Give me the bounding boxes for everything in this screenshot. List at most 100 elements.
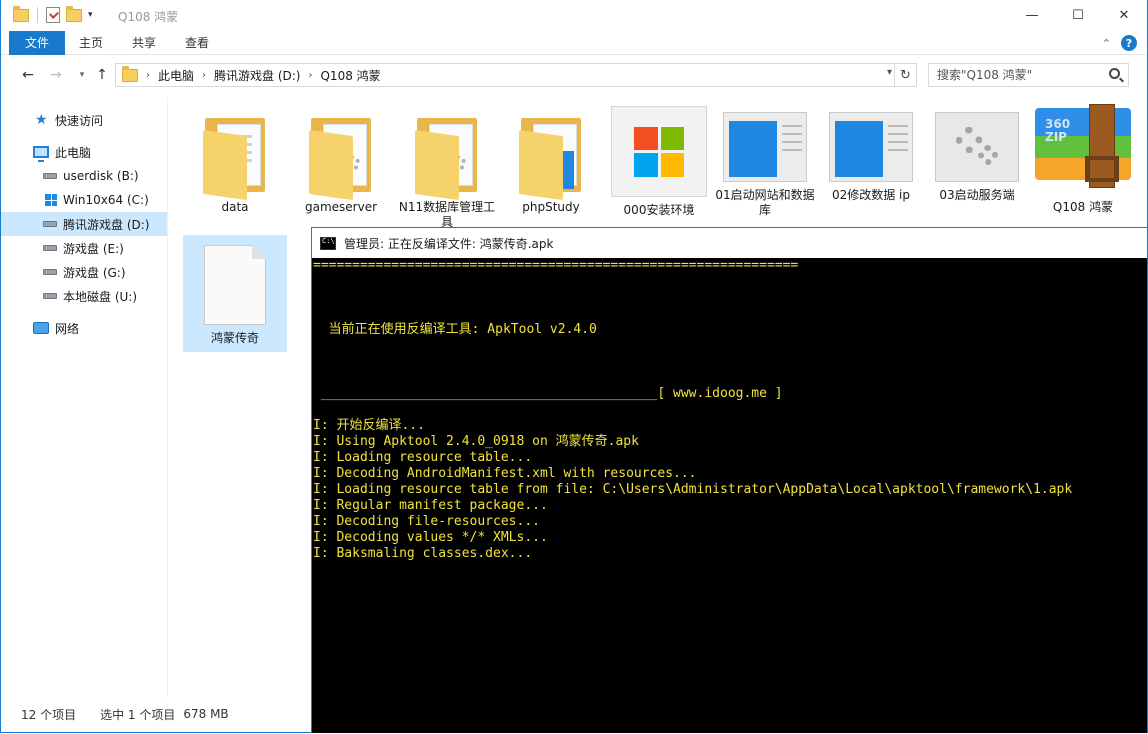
- computer-icon: [33, 146, 49, 162]
- console-line: I: Decoding AndroidManifest.xml with res…: [313, 466, 697, 481]
- back-arrow-icon[interactable]: ←: [17, 64, 39, 86]
- nav-item-label: userdisk (B:): [63, 169, 139, 183]
- nav-drive-d[interactable]: 腾讯游戏盘 (D:): [1, 212, 167, 236]
- tab-file[interactable]: 文件: [9, 31, 65, 55]
- minimize-icon[interactable]: —: [1009, 0, 1055, 31]
- search-input[interactable]: [937, 68, 1107, 82]
- gear-thumbnail-icon: [935, 112, 1019, 182]
- breadcrumb-separator-icon[interactable]: ›: [308, 70, 312, 81]
- drive-icon: [43, 221, 57, 227]
- breadcrumb-separator-icon[interactable]: ›: [146, 70, 150, 81]
- folder-icon: [122, 65, 138, 82]
- file-item[interactable]: 鸿蒙传奇: [183, 235, 287, 352]
- file-name: Q108 鸿蒙: [1052, 200, 1114, 214]
- blank-file-icon: [204, 245, 266, 325]
- file-item[interactable]: 02修改数据 ip: [819, 102, 923, 232]
- toolbar-divider: [37, 7, 38, 23]
- file-item[interactable]: phpStudy: [499, 102, 603, 232]
- breadcrumb-this-pc[interactable]: 此电脑: [158, 67, 194, 84]
- search-box[interactable]: [928, 63, 1129, 87]
- zip-archive-icon: 360 ZIP: [1035, 104, 1131, 194]
- file-name: N11数据库管理工具: [398, 200, 496, 229]
- file-name: 02修改数据 ip: [831, 188, 911, 202]
- console-line: I: Using Apktool 2.4.0_0918 on 鸿蒙传奇.apk: [313, 434, 639, 449]
- console-line: ________________________________________…: [313, 386, 783, 401]
- shortcut-thumbnail-icon: [829, 112, 913, 182]
- file-name: gameserver: [304, 200, 378, 214]
- console-line: I: Regular manifest package...: [313, 498, 548, 513]
- file-item[interactable]: N11数据库管理工具: [395, 102, 499, 232]
- nav-drive-u[interactable]: 本地磁盘 (U:): [1, 284, 167, 308]
- nav-item-label: 游戏盘 (E:): [63, 241, 124, 256]
- ribbon-right-controls: ⌃ ?: [1102, 35, 1137, 51]
- file-name: 鸿蒙传奇: [210, 331, 259, 345]
- console-line: I: Decoding values */* XMLs...: [313, 530, 548, 545]
- properties-icon[interactable]: [46, 7, 60, 23]
- file-item[interactable]: data: [183, 102, 287, 232]
- nav-item-label: 此电脑: [55, 145, 92, 160]
- folder-icon: [203, 112, 267, 201]
- tab-home[interactable]: 主页: [67, 31, 115, 55]
- file-name: phpStudy: [522, 200, 580, 214]
- nav-drive-c[interactable]: Win10x64 (C:): [1, 188, 167, 212]
- windows-logo-icon: [611, 106, 707, 198]
- breadcrumb-separator-icon[interactable]: ›: [202, 70, 206, 81]
- collapse-ribbon-chevron-icon[interactable]: ⌃: [1102, 37, 1111, 50]
- nav-drive-e[interactable]: 游戏盘 (E:): [1, 236, 167, 260]
- file-item[interactable]: 360 ZIP Q108 鸿蒙: [1031, 102, 1135, 232]
- file-item[interactable]: 000安装环境: [607, 102, 711, 232]
- drive-icon: [43, 245, 57, 251]
- breadcrumb-drive-d[interactable]: 腾讯游戏盘 (D:): [214, 67, 300, 84]
- customize-toolbar-chevron-icon[interactable]: ▾: [88, 10, 93, 20]
- star-icon: ★: [35, 112, 48, 128]
- console-output[interactable]: ========================================…: [313, 258, 1147, 734]
- nav-this-pc[interactable]: 此电脑: [1, 140, 167, 164]
- nav-network[interactable]: 网络: [1, 316, 167, 340]
- nav-quick-access[interactable]: ★ 快速访问: [1, 108, 167, 132]
- recent-locations-chevron-icon[interactable]: ▾: [71, 64, 93, 86]
- ribbon-tabs: 文件 主页 共享 查看 ⌃ ?: [1, 31, 1147, 55]
- nav-item-label: 快速访问: [55, 113, 104, 128]
- breadcrumb-current-folder[interactable]: Q108 鸿蒙: [320, 67, 380, 84]
- new-folder-icon[interactable]: [66, 5, 82, 22]
- nav-drive-g[interactable]: 游戏盘 (G:): [1, 260, 167, 284]
- item-count: 12 个项目: [21, 707, 77, 722]
- maximize-icon[interactable]: ☐: [1055, 0, 1101, 31]
- search-icon[interactable]: [1109, 68, 1120, 79]
- window-title: Q108 鸿蒙: [118, 10, 179, 24]
- selection-count: 选中 1 个项目: [100, 707, 176, 722]
- windows-drive-icon: [45, 194, 57, 206]
- drive-icon: [43, 293, 57, 299]
- address-row: ← → ▾ ↑ › 此电脑 › 腾讯游戏盘 (D:) › Q108 鸿蒙 ▾ ↻: [1, 62, 1147, 88]
- file-item[interactable]: gameserver: [289, 102, 393, 232]
- console-line: I: 开始反编译...: [313, 418, 425, 433]
- console-line: I: Baksmaling classes.dex...: [313, 546, 533, 561]
- address-bar[interactable]: › 此电脑 › 腾讯游戏盘 (D:) › Q108 鸿蒙 ▾: [115, 63, 895, 87]
- close-icon[interactable]: ✕: [1101, 0, 1147, 31]
- file-name: data: [221, 200, 249, 214]
- forward-arrow-icon[interactable]: →: [45, 64, 67, 86]
- help-icon[interactable]: ?: [1121, 35, 1137, 51]
- folder-icon[interactable]: [13, 5, 29, 22]
- shortcut-thumbnail-icon: [723, 112, 807, 182]
- status-bar: 12 个项目 选中 1 个项目 678 MB: [1, 703, 321, 725]
- nav-item-label: 网络: [55, 321, 80, 336]
- file-item[interactable]: 01启动网站和数据库: [713, 102, 817, 232]
- up-arrow-icon[interactable]: ↑: [91, 64, 113, 86]
- nav-drive-b[interactable]: userdisk (B:): [1, 164, 167, 188]
- console-line: I: Loading resource table from file: C:\…: [313, 482, 1073, 497]
- tab-share[interactable]: 共享: [119, 31, 169, 55]
- window-controls: — ☐ ✕: [1009, 0, 1147, 31]
- console-title-bar[interactable]: 管理员: 正在反编译文件: 鸿蒙传奇.apk: [312, 228, 1147, 258]
- tab-view[interactable]: 查看: [173, 31, 221, 55]
- address-history-chevron-icon[interactable]: ▾: [887, 67, 892, 78]
- file-item[interactable]: 03启动服务端: [925, 102, 1029, 232]
- quick-access-toolbar: ▾: [13, 5, 93, 23]
- folder-icon: [309, 112, 373, 201]
- selection-size: 678 MB: [183, 707, 229, 721]
- refresh-icon[interactable]: ↻: [895, 63, 917, 87]
- file-name: 03启动服务端: [939, 188, 1015, 202]
- console-window[interactable]: 管理员: 正在反编译文件: 鸿蒙传奇.apk =================…: [311, 227, 1148, 733]
- drive-icon: [43, 173, 57, 179]
- folder-icon: [415, 112, 479, 201]
